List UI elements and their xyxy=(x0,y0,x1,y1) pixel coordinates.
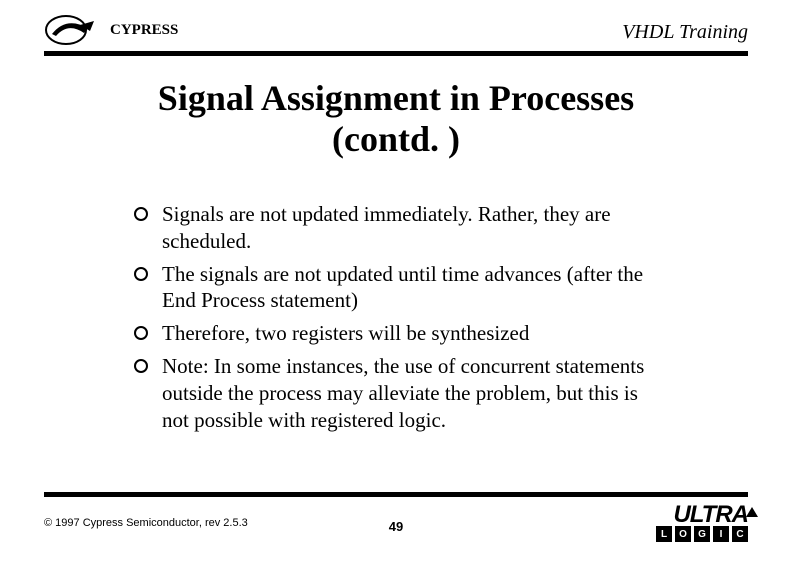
cypress-mark-icon xyxy=(44,14,106,46)
logic-letter: C xyxy=(732,526,748,542)
brand-text: CYPRESS xyxy=(110,22,178,39)
ultra-word: ULTRA xyxy=(673,505,748,524)
bullet-icon xyxy=(134,207,148,221)
slide-title: Signal Assignment in Processes (contd. ) xyxy=(44,78,748,161)
bullet-icon xyxy=(134,359,148,373)
logic-letter: O xyxy=(675,526,691,542)
list-item: Signals are not updated immediately. Rat… xyxy=(134,201,658,255)
footer-divider xyxy=(44,492,748,497)
logic-letter: L xyxy=(656,526,672,542)
training-label: VHDL Training xyxy=(622,21,748,46)
page-number: 49 xyxy=(389,519,403,534)
bullet-text: Therefore, two registers will be synthes… xyxy=(162,320,529,347)
slide: CYPRESS VHDL Training Signal Assignment … xyxy=(0,0,792,562)
cypress-logo: CYPRESS xyxy=(44,14,178,46)
list-item: Therefore, two registers will be synthes… xyxy=(134,320,658,347)
bullet-text: Signals are not updated immediately. Rat… xyxy=(162,201,658,255)
list-item: The signals are not updated until time a… xyxy=(134,261,658,315)
bullet-list: Signals are not updated immediately. Rat… xyxy=(134,201,658,434)
copyright-text: © 1997 Cypress Semiconductor, rev 2.5.3 xyxy=(44,517,248,529)
bullet-text: The signals are not updated until time a… xyxy=(162,261,658,315)
title-line-1: Signal Assignment in Processes xyxy=(44,78,748,119)
triangle-icon xyxy=(746,507,758,517)
logic-letter: I xyxy=(713,526,729,542)
bullet-icon xyxy=(134,267,148,281)
logic-letter: G xyxy=(694,526,710,542)
header-divider xyxy=(44,51,748,56)
bullet-icon xyxy=(134,326,148,340)
slide-footer: © 1997 Cypress Semiconductor, rev 2.5.3 … xyxy=(44,492,748,542)
ultra-text: ULTRA xyxy=(673,501,748,528)
logic-row: L O G I C xyxy=(656,526,748,542)
footer-row: © 1997 Cypress Semiconductor, rev 2.5.3 … xyxy=(44,505,748,542)
ultra-logo: ULTRA L O G I C xyxy=(656,505,748,542)
slide-header: CYPRESS VHDL Training xyxy=(44,14,748,50)
list-item: Note: In some instances, the use of conc… xyxy=(134,353,658,434)
bullet-text: Note: In some instances, the use of conc… xyxy=(162,353,658,434)
title-line-2: (contd. ) xyxy=(44,119,748,160)
